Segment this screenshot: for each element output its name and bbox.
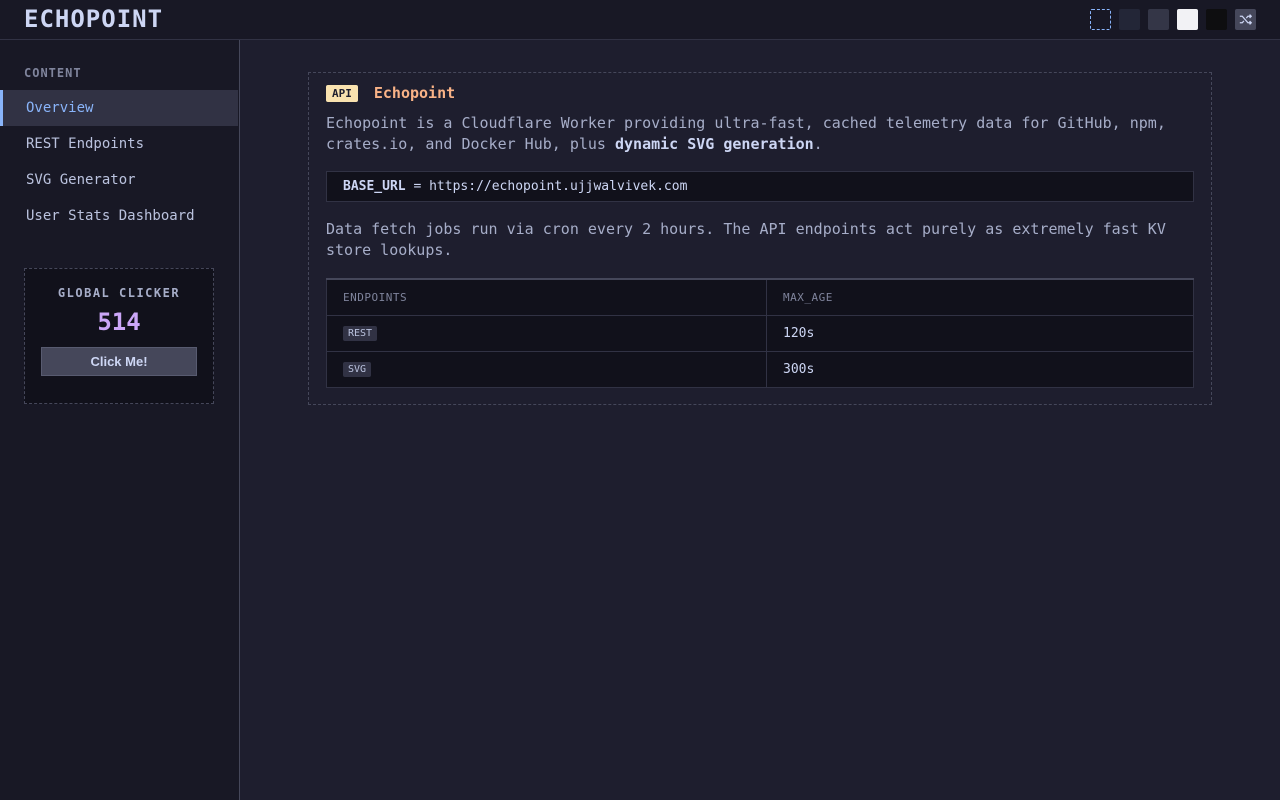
max-age-cell: 300s [766,350,1194,388]
sidebar-item-svg-generator[interactable]: SVG Generator [0,162,238,198]
table-header-row: ENDPOINTS MAX_AGE [326,278,1194,316]
page-title: Echopoint [373,84,456,102]
sidebar-nav: Overview REST Endpoints SVG Generator Us… [0,90,238,234]
top-bar: ECHOPOINT [0,0,1280,40]
cron-paragraph: Data fetch jobs run via cron every 2 hou… [326,220,1166,259]
clicker-title: GLOBAL CLICKER [57,286,181,300]
base-url-code-block: BASE_URL = https://echopoint.ujjwalvivek… [326,171,1194,202]
sidebar-item-rest-endpoints[interactable]: REST Endpoints [0,126,238,162]
max-age-cell: 120s [766,314,1194,352]
column-header-max-age: MAX_AGE [766,278,1194,316]
table-row: REST 120s [326,314,1194,352]
sidebar-heading: CONTENT [24,66,82,80]
overview-card: API Echopoint Echopoint is a Cloudflare … [308,72,1212,405]
click-me-button[interactable]: Click Me! [41,347,197,376]
table-row: SVG 300s [326,350,1194,388]
card-header: API Echopoint [326,84,455,102]
theme-navy-swatch[interactable] [1119,9,1140,30]
shuffle-theme-button[interactable] [1235,9,1256,30]
sidebar-item-overview[interactable]: Overview [0,90,238,126]
column-header-endpoints: ENDPOINTS [326,278,767,316]
theme-black-swatch[interactable] [1206,9,1227,30]
theme-outline-swatch[interactable] [1090,9,1111,30]
intro-bold-text: dynamic SVG generation [614,135,814,153]
shuffle-icon [1239,14,1252,25]
sidebar: CONTENT Overview REST Endpoints SVG Gene… [0,40,240,800]
endpoint-tag: SVG [343,362,372,377]
endpoint-tag: REST [343,326,378,341]
endpoint-cell: REST [326,314,767,352]
global-clicker-panel: GLOBAL CLICKER 514 Click Me! [24,268,214,404]
sidebar-item-user-stats-dashboard[interactable]: User Stats Dashboard [0,198,238,234]
app-logo[interactable]: ECHOPOINT [24,5,163,33]
theme-light-swatch[interactable] [1177,9,1198,30]
api-badge: API [326,84,358,102]
theme-switcher [1090,9,1256,30]
base-url-value: https://echopoint.ujjwalvivek.com [429,179,688,194]
theme-slate-swatch[interactable] [1148,9,1169,30]
base-url-equals: = [405,179,430,194]
intro-suffix: . [813,135,823,153]
endpoints-table: ENDPOINTS MAX_AGE REST 120s SVG 300s [326,278,1194,388]
intro-paragraph: Echopoint is a Cloudflare Worker providi… [326,113,1186,155]
base-url-key: BASE_URL [343,179,406,194]
endpoint-cell: SVG [326,350,767,388]
clicker-count: 514 [97,308,141,336]
